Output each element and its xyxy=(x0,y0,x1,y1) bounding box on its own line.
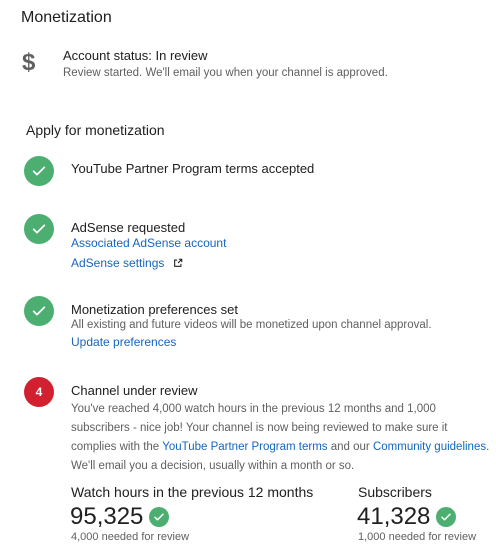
step-preferences-subtitle: All existing and future videos will be m… xyxy=(71,319,432,331)
adsense-settings-link[interactable]: AdSense settings xyxy=(71,256,164,270)
subscribers-requirement: 1,000 needed for review xyxy=(358,531,477,543)
dollar-icon: $ xyxy=(22,49,36,76)
review-description: You've reached 4,000 watch hours in the … xyxy=(71,400,496,476)
review-text-part: and our xyxy=(327,441,373,453)
external-link-icon xyxy=(173,258,183,267)
account-status-subtitle: Review started. We'll email you when you… xyxy=(63,67,388,79)
subscribers-value-row: 41,328 xyxy=(357,503,457,531)
apply-section-title: Apply for monetization xyxy=(26,122,165,138)
community-guidelines-link[interactable]: Community guidelines xyxy=(373,441,486,453)
check-circle-icon xyxy=(24,296,54,326)
watch-hours-value: 95,325 xyxy=(70,503,144,530)
watch-hours-requirement: 4,000 needed for review xyxy=(71,531,190,543)
watch-hours-label: Watch hours in the previous 12 months xyxy=(71,484,314,500)
step-number-badge: 4 xyxy=(24,377,54,407)
check-circle-icon xyxy=(24,156,54,186)
step-adsense-title: AdSense requested xyxy=(71,220,186,235)
adsense-settings-link-wrap[interactable]: AdSense settings xyxy=(71,254,183,272)
associated-adsense-account-link[interactable]: Associated AdSense account xyxy=(71,236,226,250)
step-preferences-title: Monetization preferences set xyxy=(71,302,238,317)
page-title: Monetization xyxy=(21,9,112,26)
check-circle-icon xyxy=(436,507,457,527)
step-review-title: Channel under review xyxy=(71,383,198,398)
account-status-title: Account status: In review xyxy=(63,48,208,63)
step-terms-title: YouTube Partner Program terms accepted xyxy=(71,161,315,176)
partner-program-terms-link[interactable]: YouTube Partner Program terms xyxy=(162,441,327,453)
watch-hours-value-row: 95,325 xyxy=(70,503,170,531)
check-circle-icon xyxy=(149,507,170,527)
check-circle-icon xyxy=(24,214,54,244)
subscribers-value: 41,328 xyxy=(357,503,431,530)
update-preferences-link[interactable]: Update preferences xyxy=(71,335,176,349)
subscribers-label: Subscribers xyxy=(358,484,432,500)
